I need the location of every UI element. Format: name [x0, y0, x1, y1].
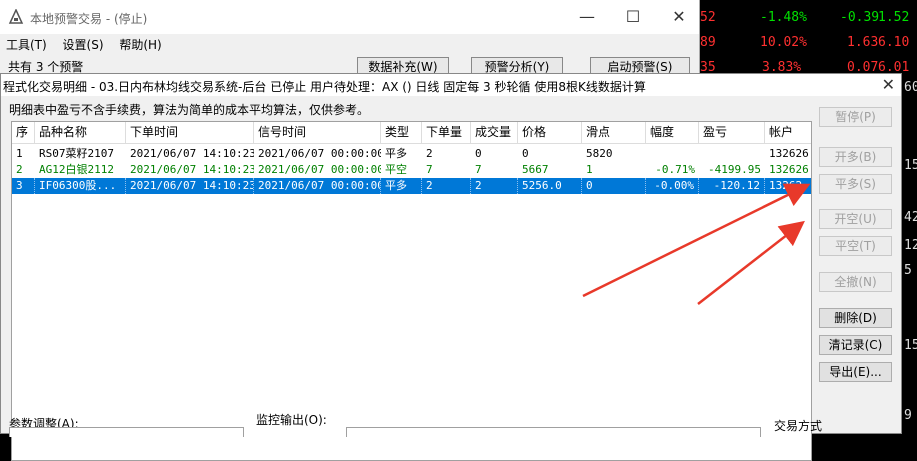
- cell-type: 平空: [385, 163, 407, 176]
- column-header[interactable]: 下单量: [422, 122, 471, 144]
- ticker-price: 6.10: [878, 35, 910, 50]
- ticker-edge-value: 5: [904, 263, 912, 278]
- column-header[interactable]: 滑点: [582, 122, 646, 144]
- cell-name: AG12白银2112: [39, 163, 114, 176]
- menu-bar: 工具(T) 设置(S) 帮助(H): [0, 34, 168, 54]
- close-long-button[interactable]: 平多(S): [819, 174, 892, 194]
- cell-range: -0.71%: [655, 163, 695, 176]
- disclaimer-note: 明细表中盈亏不含手续费，算法为简单的成本平均算法，仅供参考。: [9, 103, 370, 117]
- cell-qty: 2: [422, 178, 471, 194]
- ticker-cell: 52: [700, 10, 716, 25]
- cell-pnl: -120.12: [699, 178, 765, 194]
- ticker-change: 1.63: [847, 35, 879, 50]
- ticker-price: 1.52: [878, 10, 910, 25]
- cell-account: 13262: [765, 178, 811, 194]
- trade-detail-dialog: 程式化交易明细 - 03.日内布林均线交易系统-后台 已停止 用户待处理：AX …: [0, 73, 902, 461]
- cell-signal-time: 2021/06/07 00:00:00: [254, 178, 381, 194]
- column-header[interactable]: 帐户: [765, 122, 811, 144]
- ticker-edge-value: 15: [904, 338, 917, 353]
- cell-filled: 0: [475, 147, 482, 160]
- ticker-edge-value: 15: [904, 158, 917, 173]
- ticker-edge-value: 12: [904, 238, 917, 253]
- param-adjust-field[interactable]: [9, 427, 244, 437]
- cell-signal-time: 2021/06/07 00:00:00: [258, 147, 381, 160]
- clear-records-button[interactable]: 清记录(C): [819, 335, 892, 355]
- cell-price: 5667: [522, 163, 549, 176]
- ticker-row[interactable]: 52 -1.48% -0.39 1.52: [700, 5, 917, 29]
- cell-order-time: 2021/06/07 14:10:23: [130, 163, 254, 176]
- cell-slip: 5820: [586, 147, 613, 160]
- column-header[interactable]: 盈亏: [699, 122, 765, 144]
- close-short-button[interactable]: 平空(T): [819, 236, 892, 256]
- window-titlebar[interactable]: 本地预警交易 - (停止) — ☐ ✕: [0, 0, 699, 34]
- cell-slip: 0: [582, 178, 646, 194]
- ticker-percent: -1.48%: [760, 10, 807, 25]
- cell-signal-time: 2021/06/07 00:00:00: [258, 163, 381, 176]
- menu-help[interactable]: 帮助(H): [113, 34, 167, 55]
- cell-slip: 1: [586, 163, 593, 176]
- ticker-percent: 10.02%: [760, 35, 807, 50]
- cell-order-time: 2021/06/07 14:10:23: [130, 147, 254, 160]
- minimize-icon[interactable]: —: [572, 6, 602, 28]
- dialog-title: 程式化交易明细 - 03.日内布林均线交易系统-后台 已停止 用户待处理：AX …: [3, 80, 646, 94]
- pause-button[interactable]: 暂停(P): [819, 107, 892, 127]
- ticker-edge-value: 9: [904, 408, 912, 423]
- monitor-output-label: 监控输出(O):: [256, 413, 327, 427]
- open-long-button[interactable]: 开多(B): [819, 147, 892, 167]
- cell-range: [646, 146, 699, 162]
- column-header[interactable]: 下单时间: [126, 122, 254, 144]
- cell-price: 5256.0: [518, 178, 582, 194]
- maximize-icon[interactable]: ☐: [618, 6, 648, 28]
- cell-range: -0.00%: [646, 178, 699, 194]
- cell-filled: 7: [475, 163, 482, 176]
- cell-price: 0: [522, 147, 529, 160]
- export-button[interactable]: 导出(E)...: [819, 362, 892, 382]
- ticker-row[interactable]: 89 10.02% 1.63 6.10: [700, 30, 917, 54]
- cell-pnl: -4199.95: [708, 163, 761, 176]
- cell-name: IF06300股...: [35, 178, 126, 194]
- column-header[interactable]: 价格: [518, 122, 582, 144]
- column-header[interactable]: 幅度: [646, 122, 699, 144]
- close-icon[interactable]: ✕: [664, 6, 694, 28]
- open-short-button[interactable]: 开空(U): [819, 209, 892, 229]
- monitor-output-box[interactable]: [346, 427, 761, 437]
- ticker-cell: 89: [700, 35, 716, 50]
- cell-seq: 3: [12, 178, 35, 194]
- column-header[interactable]: 序: [12, 122, 35, 144]
- trade-table[interactable]: 序 品种名称 下单时间 信号时间 类型 下单量 成交量 价格 滑点 幅度 盈亏 …: [11, 121, 812, 461]
- cell-seq: 2: [16, 163, 23, 176]
- table-row[interactable]: 1 RS07菜籽2107 2021/06/07 14:10:23 2021/06…: [12, 146, 812, 162]
- cell-seq: 1: [16, 147, 23, 160]
- cell-pnl: [699, 146, 765, 162]
- table-row[interactable]: 2 AG12白银2112 2021/06/07 14:10:23 2021/06…: [12, 162, 812, 178]
- cell-order-time: 2021/06/07 14:10:23: [126, 178, 254, 194]
- cell-account: 132626.: [769, 163, 812, 176]
- cell-account: 132626.: [769, 147, 812, 160]
- cell-qty: 2: [426, 147, 433, 160]
- menu-settings[interactable]: 设置(S): [57, 34, 110, 55]
- dialog-titlebar[interactable]: 程式化交易明细 - 03.日内布林均线交易系统-后台 已停止 用户待处理：AX …: [1, 74, 901, 96]
- delete-button[interactable]: 删除(D): [819, 308, 892, 328]
- column-header[interactable]: 信号时间: [254, 122, 381, 144]
- cell-filled: 2: [471, 178, 518, 194]
- table-row-selected[interactable]: 3 IF06300股... 2021/06/07 14:10:23 2021/0…: [12, 178, 811, 194]
- cell-qty: 7: [426, 163, 433, 176]
- cancel-all-button[interactable]: 全撤(N): [819, 272, 892, 292]
- ticker-edge-value: 42: [904, 210, 917, 225]
- column-header[interactable]: 类型: [381, 122, 422, 144]
- table-header: 序 品种名称 下单时间 信号时间 类型 下单量 成交量 价格 滑点 幅度 盈亏 …: [12, 122, 811, 144]
- ticker-edge-value: 60: [904, 80, 917, 95]
- column-header[interactable]: 品种名称: [35, 122, 126, 144]
- window-title: 本地预警交易 - (停止): [30, 12, 148, 26]
- close-icon[interactable]: ✕: [882, 75, 895, 94]
- local-alert-trading-window: 本地预警交易 - (停止) — ☐ ✕ 工具(T) 设置(S) 帮助(H) 共有…: [0, 0, 700, 80]
- menu-tools[interactable]: 工具(T): [0, 34, 53, 55]
- app-icon: [8, 9, 24, 24]
- column-header[interactable]: 成交量: [471, 122, 518, 144]
- ticker-change: -0.39: [840, 10, 880, 25]
- cell-name: RS07菜籽2107: [39, 147, 114, 160]
- cell-type: 平多: [385, 147, 407, 160]
- cell-type: 平多: [381, 178, 422, 194]
- trade-mode-label: 交易方式: [774, 419, 823, 433]
